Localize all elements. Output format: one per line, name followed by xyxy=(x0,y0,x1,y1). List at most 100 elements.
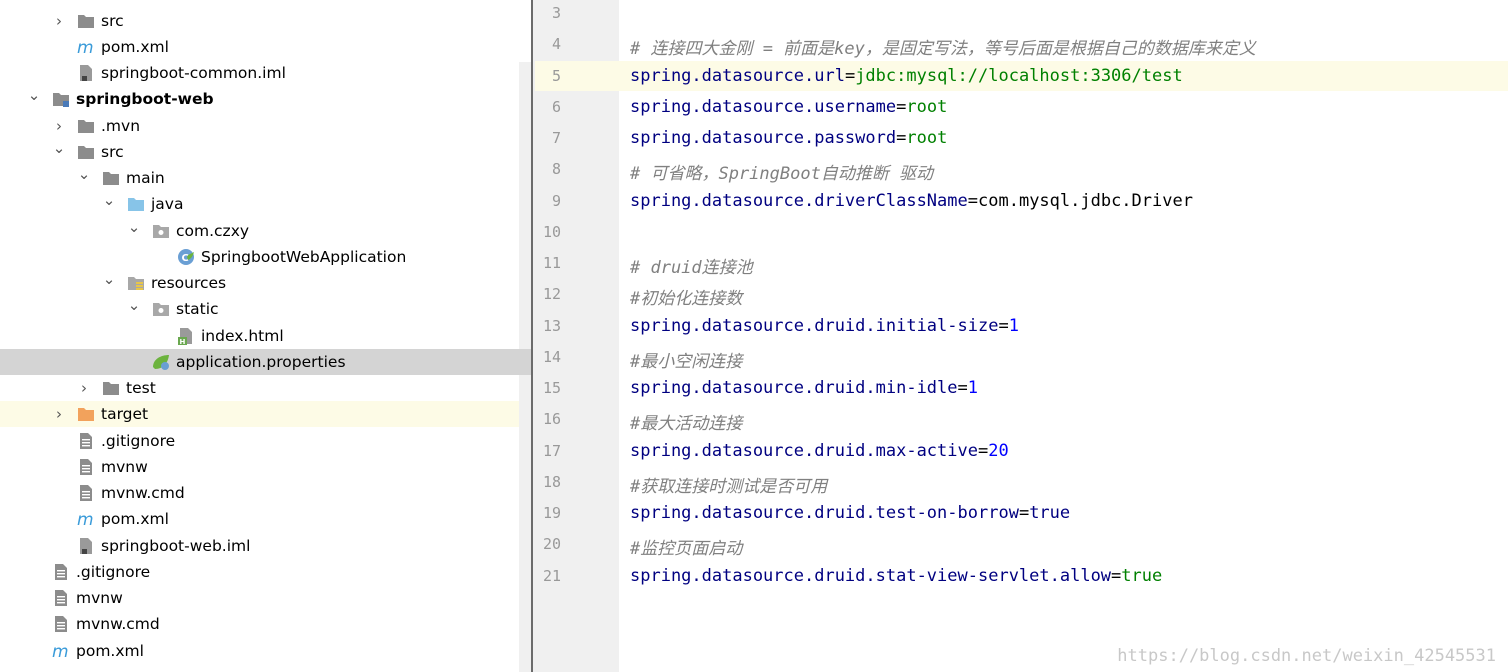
code-line[interactable]: spring.datasource.druid.initial-size=1 xyxy=(630,316,1019,336)
tree-item-label: main xyxy=(126,169,165,187)
tree-item-label: test xyxy=(126,379,156,397)
tree-item[interactable]: .gitignore xyxy=(0,559,531,585)
html-icon: H xyxy=(177,327,195,346)
tree-item[interactable]: ⌄ springboot-web xyxy=(0,86,531,112)
code-value: 20 xyxy=(988,441,1009,461)
tree-item[interactable]: ⌄ com.czxy xyxy=(0,218,531,244)
code-text: = xyxy=(998,316,1009,336)
chevron-right-icon[interactable]: › xyxy=(52,12,66,30)
code-line[interactable]: #获取连接时测试是否可用 xyxy=(630,472,827,497)
tree-item[interactable]: Hindex.html xyxy=(0,323,531,349)
tree-item-label: target xyxy=(101,405,149,423)
code-key: spring.datasource.druid.stat-view-servle… xyxy=(630,566,1112,586)
tree-item-label: mvnw xyxy=(101,458,148,476)
tree-item[interactable]: ⌄ resources xyxy=(0,270,531,296)
tree-item[interactable]: › test xyxy=(0,375,531,401)
chevron-right-icon[interactable]: › xyxy=(52,405,66,423)
code-line[interactable]: spring.datasource.druid.max-active=20 xyxy=(630,441,1009,461)
file-icon xyxy=(77,484,95,502)
tree-item[interactable]: ⌄ static xyxy=(0,296,531,322)
line-number: 3 xyxy=(551,4,561,22)
tree-item[interactable]: application.properties xyxy=(0,349,531,375)
tree-item[interactable]: mvnw xyxy=(0,585,531,611)
chevron-down-icon[interactable]: ⌄ xyxy=(102,191,116,209)
code-line[interactable]: spring.datasource.druid.stat-view-servle… xyxy=(630,566,1162,586)
tree-item[interactable]: C SpringbootWebApplication xyxy=(0,244,531,270)
code-line[interactable]: spring.datasource.driverClassName=com.my… xyxy=(630,191,1193,211)
tree-item-label: com.czxy xyxy=(176,222,250,240)
code-key: true xyxy=(1029,503,1071,523)
code-value: jdbc:mysql://localhost:3306/test xyxy=(855,66,1183,86)
code-key: spring.datasource.druid.initial-size xyxy=(630,316,999,336)
tree-item[interactable]: springboot-web.iml xyxy=(0,533,531,559)
folder-orange-icon xyxy=(77,405,95,423)
tree-item[interactable]: ⌄ src xyxy=(0,139,531,165)
tree-item[interactable]: mvnw.cmd xyxy=(0,480,531,506)
code-line[interactable]: #最小空闲连接 xyxy=(630,347,742,372)
chevron-down-icon[interactable]: ⌄ xyxy=(102,270,116,288)
chevron-right-icon[interactable]: › xyxy=(77,379,91,397)
folder-icon xyxy=(102,169,120,187)
chevron-right-icon[interactable]: › xyxy=(52,117,66,135)
tree-item-label: springboot-web xyxy=(76,90,214,108)
editor-gutter: 3 4 5 6 7 8 9 10 11 12 13 14 15 16 17 18 19 20 21 xyxy=(531,0,621,672)
chevron-down-icon[interactable]: ⌄ xyxy=(127,218,141,236)
code-text: = xyxy=(1018,503,1030,523)
line-number: 21 xyxy=(542,567,561,585)
tree-item[interactable]: m pom.xml xyxy=(0,34,531,60)
code-comment: #初始化连接数 xyxy=(630,289,743,309)
code-comment: # 可省略，SpringBoot自动推断 驱动 xyxy=(630,164,934,184)
tree-item-label: resources xyxy=(151,274,227,292)
code-key: spring.datasource.password xyxy=(630,128,897,148)
chevron-down-icon[interactable]: ⌄ xyxy=(27,86,41,104)
tree-item-label: pom.xml xyxy=(76,642,144,660)
file-icon xyxy=(77,458,95,476)
maven-icon: m xyxy=(77,38,95,58)
tree-item[interactable]: ⌄ main xyxy=(0,165,531,191)
tree-item[interactable]: m pom.xml xyxy=(0,638,531,664)
tree-item[interactable]: ⌄ java xyxy=(0,191,531,217)
code-line[interactable]: # 连接四大金刚 = 前面是key，是固定写法，等号后面是根据自己的数据库来定义 xyxy=(630,34,1256,59)
code-key: spring.datasource.druid.min-idle xyxy=(630,378,958,398)
tree-item-label: .mvn xyxy=(101,117,141,135)
code-line[interactable]: spring.datasource.druid.min-idle=1 xyxy=(630,378,978,398)
chevron-down-icon[interactable]: ⌄ xyxy=(52,139,66,157)
file-icon xyxy=(52,615,70,633)
code-editor[interactable]: # 连接四大金刚 = 前面是key，是固定写法，等号后面是根据自己的数据库来定义… xyxy=(619,0,1508,672)
chevron-down-icon[interactable]: ⌄ xyxy=(127,296,141,314)
tree-item[interactable]: .gitignore xyxy=(0,428,531,454)
line-number: 12 xyxy=(542,285,561,303)
code-comment: # druid连接池 xyxy=(630,258,753,278)
code-line[interactable]: #监控页面启动 xyxy=(630,534,742,559)
tree-item-label: index.html xyxy=(201,327,284,345)
code-line[interactable]: #最大活动连接 xyxy=(630,409,742,434)
file-icon xyxy=(52,589,70,607)
tree-item[interactable]: › .mvn xyxy=(0,113,531,139)
tree-item-label: pom.xml xyxy=(101,38,169,56)
spring-leaf-icon xyxy=(152,353,170,371)
tree-item-label: java xyxy=(151,195,184,213)
tree-item[interactable]: mvnw xyxy=(0,454,531,480)
code-line[interactable]: spring.datasource.username=root xyxy=(630,97,947,117)
chevron-down-icon[interactable]: ⌄ xyxy=(77,165,91,183)
tree-item[interactable]: › src xyxy=(0,8,531,34)
code-line[interactable]: spring.datasource.url=jdbc:mysql://local… xyxy=(630,66,1183,86)
tree-item[interactable]: springboot-common.iml xyxy=(0,60,531,86)
tree-item-label: src xyxy=(101,12,124,30)
line-number: 4 xyxy=(551,35,561,53)
tree-item[interactable]: › target xyxy=(0,401,519,427)
code-key: spring.datasource.username xyxy=(630,97,897,117)
tree-item-label: mvnw.cmd xyxy=(101,484,185,502)
code-comment: #获取连接时测试是否可用 xyxy=(630,477,828,497)
code-line[interactable]: #初始化连接数 xyxy=(630,284,742,309)
line-number: 20 xyxy=(542,535,561,553)
code-line[interactable]: # 可省略，SpringBoot自动推断 驱动 xyxy=(630,159,933,184)
tree-item[interactable]: m pom.xml xyxy=(0,506,531,532)
code-value: 1 xyxy=(967,378,979,398)
code-line[interactable]: spring.datasource.password=root xyxy=(630,128,947,148)
maven-icon: m xyxy=(52,642,70,662)
code-text: com.mysql.jdbc.Driver xyxy=(978,191,1193,211)
tree-item[interactable]: mvnw.cmd xyxy=(0,611,531,637)
code-line[interactable]: spring.datasource.druid.test-on-borrow=t… xyxy=(630,503,1070,523)
code-line[interactable]: # druid连接池 xyxy=(630,253,753,278)
